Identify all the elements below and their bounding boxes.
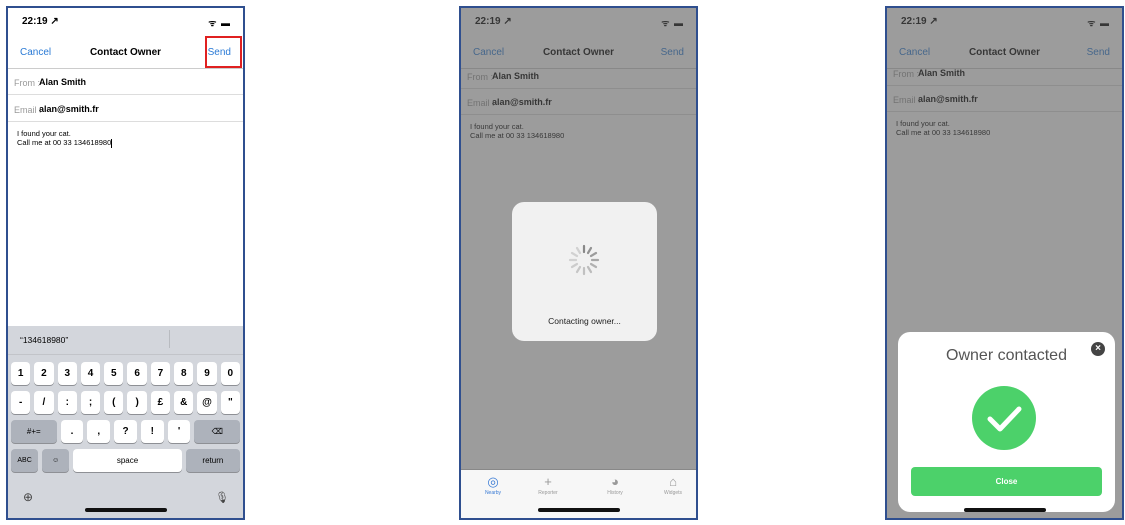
success-screen: 22:19 ↗ ᯤ ▬ Cancel Contact Owner Send Fr… (887, 8, 1122, 518)
loading-panel: Contacting owner... (512, 202, 657, 341)
email-value: alan@smith.fr (39, 104, 99, 114)
microphone-icon[interactable]: 🎙 (215, 491, 229, 504)
key[interactable]: 0 (220, 362, 240, 385)
key[interactable]: - (11, 391, 31, 414)
key[interactable]: 3 (57, 362, 77, 385)
keyboard-row-bottom: ABC ☺ space return (11, 449, 240, 472)
key[interactable]: . (60, 420, 84, 443)
status-bar: 22:19 ↗ ᯤ ▬ (8, 8, 243, 38)
close-button[interactable]: Close (911, 467, 1102, 496)
key[interactable]: , (87, 420, 111, 443)
key[interactable]: 1 (11, 362, 31, 385)
key[interactable]: " (220, 391, 240, 414)
tab-label: History (607, 490, 623, 496)
success-dialog: Owner contacted × Close (898, 332, 1115, 512)
send-highlight-box (205, 36, 242, 68)
loading-screen: 22:19 ↗ ᯤ ▬ Cancel Contact Owner Send Fr… (461, 8, 696, 518)
tab-label: Reporter (538, 490, 558, 496)
keyboard-row-numbers: 1 2 3 4 5 6 7 8 9 0 (11, 362, 240, 385)
home-indicator (537, 508, 620, 512)
key[interactable]: : (57, 391, 77, 414)
message-line: I found your cat. (17, 129, 71, 138)
tab-reporter[interactable]: + Reporter (528, 474, 568, 496)
key[interactable]: 4 (80, 362, 101, 385)
tab-nearby[interactable]: ◎ Nearby (473, 474, 513, 496)
phone-loading: 22:19 ↗ ᯤ ▬ Cancel Contact Owner Send Fr… (459, 6, 698, 520)
key[interactable]: ( (104, 391, 124, 414)
backspace-key[interactable]: ⌫ (194, 420, 241, 443)
clock-icon: ◕ (611, 474, 619, 489)
key[interactable]: 7 (150, 362, 171, 385)
emoji-key[interactable]: ☺ (42, 449, 70, 472)
status-time: 22:19 ↗ (22, 16, 59, 27)
keyboard-row-punctuation: #+= . , ? ! ' ⌫ (11, 420, 241, 443)
abc-key[interactable]: ABC (11, 449, 39, 472)
key[interactable]: £ (150, 391, 171, 414)
keyboard: “134618980” 1 2 3 4 5 6 7 8 9 0 - / : ; … (8, 326, 243, 518)
close-icon[interactable]: × (1091, 342, 1105, 356)
spinner-icon (568, 244, 600, 276)
return-key[interactable]: return (185, 449, 240, 472)
email-label: Email : (14, 105, 42, 115)
tab-widgets[interactable]: ⌂ Widgets (653, 474, 693, 496)
plus-icon: + (544, 474, 552, 489)
suggestion-item[interactable]: “134618980” (20, 335, 68, 345)
key[interactable]: 6 (127, 362, 147, 385)
tab-label: Widgets (663, 490, 683, 496)
loading-text: Contacting owner... (548, 316, 621, 326)
from-value: Alan Smith (39, 77, 87, 87)
email-field[interactable]: Email : alan@smith.fr (8, 97, 243, 122)
key[interactable]: ! (140, 420, 164, 443)
key[interactable]: ; (80, 391, 101, 414)
globe-icon[interactable]: ⊕ (23, 490, 33, 504)
text-caret (111, 138, 113, 148)
checkmark-glyph (987, 406, 1022, 432)
key[interactable]: 8 (174, 362, 194, 385)
keyboard-row-symbols: - / : ; ( ) £ & @ " (11, 391, 240, 414)
key[interactable]: 5 (104, 362, 124, 385)
space-key[interactable]: space (73, 449, 182, 472)
tab-history[interactable]: ◕ History (595, 474, 635, 496)
key[interactable]: / (34, 391, 54, 414)
dialog-title: Owner contacted (946, 347, 1067, 364)
phone-success: 22:19 ↗ ᯤ ▬ Cancel Contact Owner Send Fr… (885, 6, 1124, 520)
status-icons: ᯤ ▬ (208, 18, 231, 28)
key[interactable]: @ (197, 391, 217, 414)
message-textarea[interactable]: I found your cat. Call me at 00 33 13461… (17, 129, 217, 148)
from-label: From : (14, 78, 40, 88)
key[interactable]: 2 (34, 362, 54, 385)
tab-label: Nearby (484, 490, 502, 496)
radar-icon: ◎ (487, 474, 499, 489)
phone-compose: 22:19 ↗ ᯤ ▬ Cancel Contact Owner Send Fr… (6, 6, 245, 520)
key[interactable]: 9 (197, 362, 217, 385)
key[interactable]: ? (114, 420, 137, 443)
from-field[interactable]: From : Alan Smith (8, 70, 243, 95)
message-line-with-caret: Call me at 00 33 134618980 (17, 138, 113, 148)
more-symbols-key[interactable]: #+= (11, 420, 57, 443)
home-icon: ⌂ (669, 474, 677, 489)
key[interactable]: ) (127, 391, 147, 414)
home-indicator (963, 508, 1046, 512)
suggestion-divider (169, 330, 170, 348)
tab-bar: ◎ Nearby + Reporter ◕ History ⌂ Widgets (461, 469, 696, 518)
compose-screen: 22:19 ↗ ᯤ ▬ Cancel Contact Owner Send Fr… (8, 8, 243, 518)
home-indicator (84, 508, 167, 512)
suggestion-bar: “134618980” (8, 326, 243, 355)
key[interactable]: ' (167, 420, 191, 443)
key[interactable]: & (174, 391, 194, 414)
checkmark-icon (972, 386, 1036, 450)
